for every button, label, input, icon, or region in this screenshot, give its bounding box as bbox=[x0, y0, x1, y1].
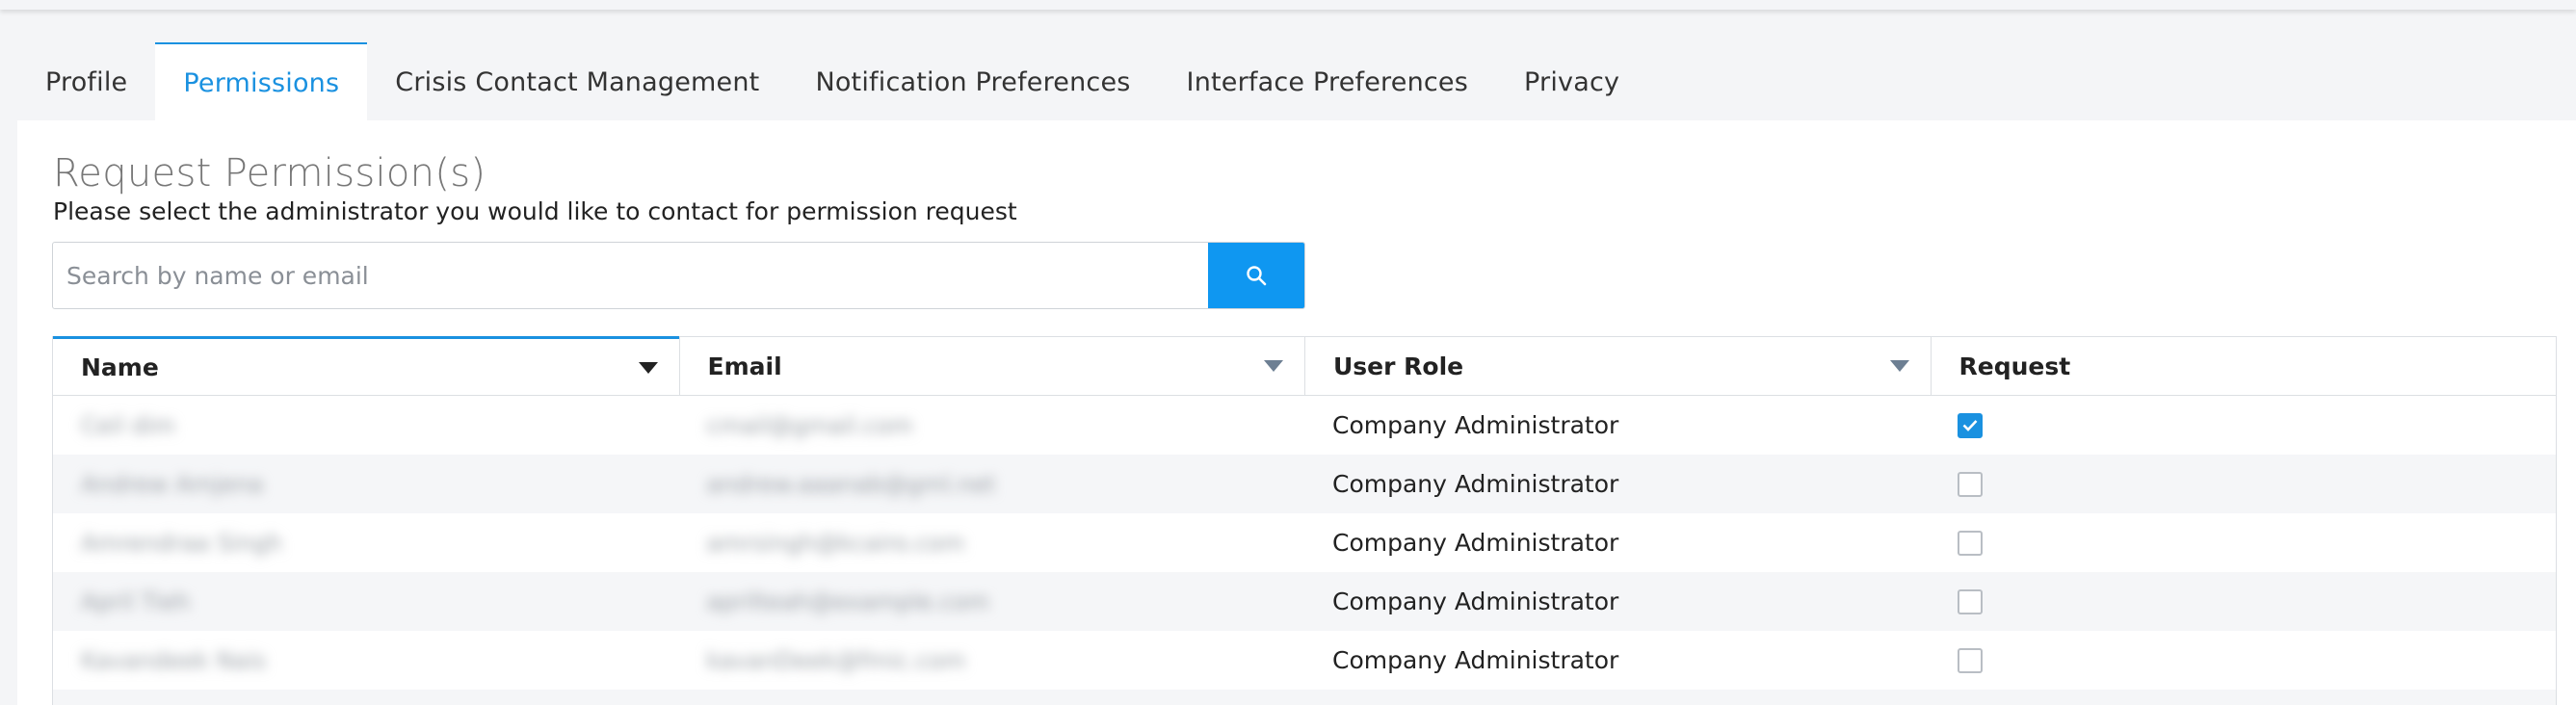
search-bar bbox=[52, 242, 1305, 309]
tab-bar: Profile Permissions Crisis Contact Manag… bbox=[17, 42, 1647, 121]
search-input[interactable] bbox=[53, 243, 1208, 308]
admin-name: Kavandeek Nais bbox=[81, 646, 267, 674]
table-row: Ceil dim cmail@gmail.com Company Adminis… bbox=[53, 396, 2556, 455]
page-subtitle: Please select the administrator you woul… bbox=[53, 197, 1017, 225]
column-header-request: Request bbox=[1930, 337, 2557, 395]
tab-permissions[interactable]: Permissions bbox=[155, 42, 368, 121]
administrators-table: Name Email User Role Request Ceil dim cm… bbox=[52, 336, 2557, 705]
sort-caret-icon[interactable] bbox=[1889, 360, 1909, 372]
request-checkbox[interactable] bbox=[1957, 647, 1983, 673]
sort-caret-icon[interactable] bbox=[638, 362, 658, 374]
request-checkbox[interactable] bbox=[1957, 530, 1983, 556]
admin-email: cmail@gmail.com bbox=[706, 411, 913, 439]
page-title: Request Permission(s) bbox=[53, 151, 486, 196]
top-bar bbox=[0, 0, 2576, 10]
permissions-panel: Request Permission(s) Please select the … bbox=[17, 120, 2576, 705]
admin-name: Ceil dim bbox=[81, 411, 175, 439]
tab-crisis-contact-management[interactable]: Crisis Contact Management bbox=[367, 42, 787, 121]
column-header-label: Request bbox=[1958, 352, 2071, 380]
admin-email: amrsingh@kcairo.com bbox=[706, 529, 965, 557]
admin-name: Amrendraa Singh bbox=[81, 529, 282, 557]
sort-caret-icon[interactable] bbox=[1264, 360, 1283, 372]
column-header-label: User Role bbox=[1333, 352, 1464, 380]
admin-email: aprilteah@example.com bbox=[706, 588, 989, 615]
request-checkbox[interactable] bbox=[1957, 588, 1983, 614]
admin-role: Company Administrator bbox=[1332, 470, 1619, 498]
table-row: Amrendraa Singh amrsingh@kcairo.com Comp… bbox=[53, 513, 2556, 572]
admin-name: April Tieh bbox=[81, 588, 191, 615]
admin-email: kavanDeek@fmic.com bbox=[706, 646, 966, 674]
request-checkbox[interactable] bbox=[1957, 412, 1983, 438]
admin-name: Andrew Amjena bbox=[81, 470, 264, 498]
admin-email: andrew.aaanab@gml.net bbox=[706, 470, 996, 498]
tab-interface-preferences[interactable]: Interface Preferences bbox=[1159, 42, 1496, 121]
tab-profile[interactable]: Profile bbox=[17, 42, 155, 121]
column-header-label: Name bbox=[81, 352, 159, 381]
column-header-name[interactable]: Name bbox=[53, 336, 679, 395]
table-row bbox=[53, 690, 2556, 705]
tab-notification-preferences[interactable]: Notification Preferences bbox=[787, 42, 1158, 121]
admin-role: Company Administrator bbox=[1332, 411, 1619, 439]
admin-role: Company Administrator bbox=[1332, 529, 1619, 557]
search-button[interactable] bbox=[1208, 243, 1304, 308]
admin-role: Company Administrator bbox=[1332, 588, 1619, 615]
checkmark-icon bbox=[1962, 420, 1977, 431]
table-row: Andrew Amjena andrew.aaanab@gml.net Comp… bbox=[53, 455, 2556, 513]
table-row: Kavandeek Nais kavanDeek@fmic.com Compan… bbox=[53, 631, 2556, 690]
column-header-user-role[interactable]: User Role bbox=[1304, 337, 1931, 395]
table-header: Name Email User Role Request bbox=[53, 336, 2557, 396]
column-header-email[interactable]: Email bbox=[678, 337, 1305, 395]
admin-role: Company Administrator bbox=[1332, 646, 1619, 674]
search-icon bbox=[1247, 266, 1267, 286]
table-row: April Tieh aprilteah@example.com Company… bbox=[53, 572, 2556, 631]
request-checkbox[interactable] bbox=[1957, 471, 1983, 497]
tab-privacy[interactable]: Privacy bbox=[1496, 42, 1647, 121]
column-header-label: Email bbox=[707, 352, 782, 380]
